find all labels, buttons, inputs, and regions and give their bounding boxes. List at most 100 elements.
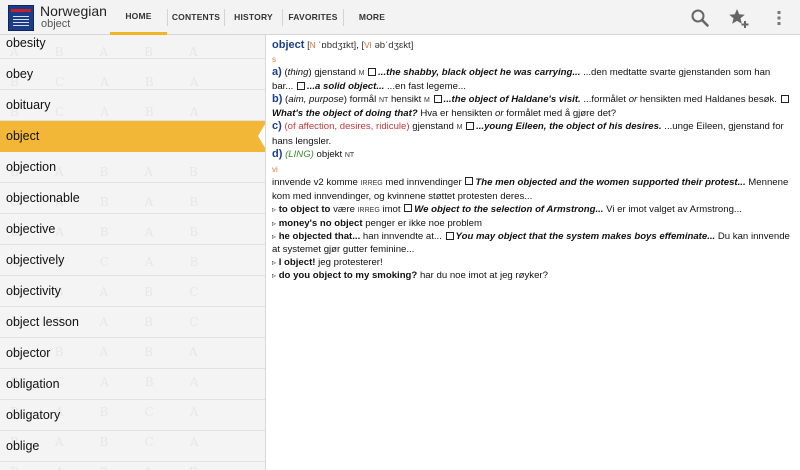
example-text: ...the object of Haldane's visit.	[443, 94, 581, 106]
example-translation: hensikten med Haldanes besøk.	[639, 94, 777, 106]
phrase-row: ▹ he objected that... han innvendte at..…	[272, 230, 792, 256]
tab-home[interactable]: HOME	[110, 0, 167, 35]
word-list-item-selected[interactable]: object	[0, 121, 265, 152]
sense-number: b)	[272, 93, 283, 106]
example-box-icon	[433, 94, 442, 103]
pronunciation-verb: əbˈdʒɛkt	[374, 40, 411, 51]
example-text: ...young Eileen, the object of his desir…	[476, 121, 662, 133]
word-list-item[interactable]: objective	[0, 214, 265, 245]
phrase-translation: være	[333, 203, 355, 215]
translation: gjenstand	[314, 67, 356, 79]
sense-number: c)	[272, 120, 282, 133]
phrase-text: I object!	[278, 257, 316, 269]
app-logo-icon[interactable]	[8, 5, 34, 31]
sense-number: a)	[272, 66, 282, 79]
tab-favorites[interactable]: FAVORITES	[283, 0, 343, 35]
sense-a: a) (thing) gjenstand M ...the shabby, bl…	[272, 66, 771, 93]
section-label-noun: s	[272, 55, 276, 65]
sense-label: aim, purpose	[288, 94, 344, 106]
example-box-icon	[445, 231, 454, 240]
example-box-icon	[297, 81, 306, 90]
phrase-arrow-icon: ▹	[272, 271, 277, 281]
translation: formål	[349, 94, 377, 106]
action-bar: Norwegian object HOME CONTENTS HISTORY F…	[0, 0, 800, 35]
or-label: or	[494, 108, 504, 120]
example-translation: Hva er hensikten	[420, 108, 493, 120]
phrase-text: to object to	[278, 203, 331, 215]
section-label-verb: vi	[272, 164, 278, 174]
phrase-text: do you object to my smoking?	[278, 270, 418, 282]
pos-noun-tag: N	[309, 41, 316, 50]
grammar-tag: M	[456, 124, 463, 132]
grammar-tag: v2	[313, 176, 324, 188]
tab-contents[interactable]: CONTENTS	[168, 0, 224, 35]
grammar-tag: M	[424, 97, 430, 105]
phrase-arrow-icon: ▹	[272, 204, 277, 214]
example-box-icon	[465, 177, 474, 186]
pronunciation-noun: ˈɒbdʒɪkt	[318, 40, 354, 51]
word-list-item[interactable]: objectionable	[0, 183, 265, 214]
example-text: ...the shabby, black object he was carry…	[378, 67, 581, 79]
tab-history[interactable]: HISTORY	[225, 0, 282, 35]
sense-label: of affection, desires, ridicule	[287, 121, 407, 133]
word-list-item[interactable]: object lesson	[0, 307, 265, 338]
overflow-menu-icon[interactable]	[769, 7, 789, 29]
search-icon[interactable]	[689, 7, 711, 29]
sense-label: thing	[287, 67, 309, 79]
app-subtitle: object	[41, 18, 71, 30]
translation: komme	[326, 176, 358, 188]
star-plus-icon[interactable]	[728, 7, 750, 29]
pos-verb-tag: VI	[364, 41, 372, 50]
word-list-item[interactable]: objectivity	[0, 276, 265, 307]
entry-content: object [N ˈɒbdʒɪkt], [VI əbˈdʒɛkt] s a) …	[267, 35, 800, 470]
sense-d: d) (LING) objekt NT	[272, 147, 355, 160]
example-box-icon	[368, 67, 377, 76]
phrase-arrow-icon: ▹	[272, 258, 277, 268]
word-list-item[interactable]: obesity	[0, 35, 265, 59]
grammar-tag: IRREG	[360, 179, 383, 187]
example-text: ...a solid object...	[307, 81, 385, 93]
phrase-arrow-icon: ▹	[272, 219, 277, 229]
word-list-item[interactable]: objector	[0, 338, 265, 369]
word-list[interactable]: ABABABCABABCABABABCABABABCABABCABABABCAB…	[0, 35, 266, 470]
word-list-item[interactable]: objectively	[0, 245, 265, 276]
sense-b: b) (aim, purpose) formål NT hensikt M ..…	[272, 93, 792, 120]
phrase-arrow-icon: ▹	[272, 232, 277, 242]
example-box-icon	[780, 94, 789, 103]
phrase-text: he objected that...	[278, 231, 361, 243]
translation: gjenstand	[412, 121, 454, 133]
example-box-icon	[404, 204, 413, 213]
word-list-item[interactable]: obligatory	[0, 400, 265, 431]
phrase-translation: jeg protesterer!	[318, 257, 383, 269]
example-translation: Vi er imot valget av Armstrong...	[606, 203, 742, 215]
verb-sense: innvende v2 komme IRREG med innvendinger…	[272, 176, 792, 203]
sense-label: LING	[288, 148, 311, 160]
translation: med innvendinger	[385, 176, 462, 188]
example-text: The men objected and the women supported…	[475, 176, 746, 188]
example-text: What's the object of doing that?	[272, 108, 418, 120]
sense-number: d)	[272, 147, 283, 160]
word-list-item[interactable]: obey	[0, 59, 265, 90]
example-translation: ...formålet	[583, 94, 627, 106]
phrase-row: ▹ do you object to my smoking? har du no…	[272, 269, 792, 282]
headword: object	[272, 39, 305, 51]
word-list-item[interactable]: obituary	[0, 90, 265, 121]
word-list-item[interactable]: oblige	[0, 431, 265, 462]
phrase-row: ▹ I object! jeg protesterer!	[272, 256, 792, 269]
phrase-text: money's no object	[278, 218, 363, 230]
phrase-translation: imot	[382, 203, 401, 215]
word-list-item[interactable]: obligation	[0, 369, 265, 400]
word-list-item[interactable]: objection	[0, 152, 265, 183]
entry-header: object [N ˈɒbdʒɪkt], [VI əbˈdʒɛkt]	[272, 39, 414, 51]
selection-pointer-icon	[258, 121, 265, 151]
example-translation: formålet med å gjøre det?	[506, 108, 617, 120]
tab-more[interactable]: MORE	[344, 0, 400, 35]
grammar-tag: M	[358, 70, 365, 78]
phrase-row: ▹ money's no object penger er ikke noe p…	[272, 217, 792, 230]
phrase-translation: har du noe imot at jeg røyker?	[419, 270, 548, 282]
example-text: We object to the selection of Armstrong.…	[414, 203, 604, 215]
example-translation: ...en fast legeme...	[387, 81, 466, 93]
translation: hensikt	[390, 94, 422, 106]
phrase-translation: han innvendte at...	[362, 231, 442, 243]
translation: objekt	[316, 148, 343, 160]
